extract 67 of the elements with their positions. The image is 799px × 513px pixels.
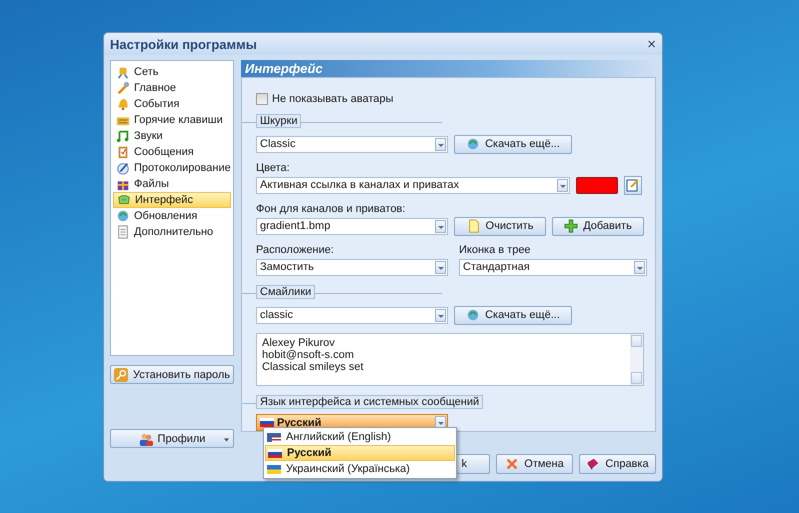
field-label: Иконка в трее: [459, 244, 532, 256]
edit-color-button[interactable]: [624, 176, 642, 195]
field-label: Расположение:: [256, 244, 335, 256]
color-swatch[interactable]: [576, 176, 618, 194]
refresh-icon: [466, 137, 480, 152]
clipboard-icon: [116, 145, 130, 159]
sidebar-item[interactable]: Главное: [113, 80, 231, 96]
info-line: Classical smileys set: [262, 360, 364, 372]
sidebar-item[interactable]: Файлы: [113, 176, 231, 192]
background-dropdown[interactable]: gradient1.bmp: [256, 218, 448, 235]
book-icon: [586, 457, 600, 471]
caret-icon: [224, 438, 229, 442]
cancel-button[interactable]: Отмена: [496, 454, 573, 474]
flag-icon: [260, 418, 274, 428]
checkbox-label: Не показывать аватары: [272, 93, 394, 105]
sidebar-item[interactable]: Горячие клавиши: [113, 112, 231, 128]
flag-icon: [267, 432, 281, 442]
download-button[interactable]: Скачать ещё...: [454, 306, 572, 324]
window-title: Настройки программы: [110, 36, 257, 52]
checkbox[interactable]: [256, 93, 268, 105]
color-target-dropdown[interactable]: Активная ссылка в каналах и приватах: [256, 176, 570, 194]
sidebar-item[interactable]: Интерфейс: [113, 192, 231, 208]
smiley-set-dropdown[interactable]: classic: [256, 306, 448, 324]
shirt-icon: [117, 193, 131, 207]
skin-dropdown[interactable]: Classic: [256, 136, 448, 153]
note-icon: [116, 129, 130, 143]
language-option[interactable]: Украинский (Українська): [265, 461, 455, 477]
wrench-icon: [116, 81, 130, 95]
refresh-icon: [116, 209, 130, 223]
document-icon: [466, 219, 481, 234]
flag-icon: [268, 448, 282, 458]
flag-icon: [267, 464, 281, 474]
people-icon: [138, 432, 153, 446]
language-option[interactable]: Английский (English): [265, 429, 455, 445]
group-legend: Шкурки: [256, 114, 302, 128]
placement-dropdown[interactable]: Замостить: [256, 258, 448, 276]
cross-icon: [505, 457, 520, 471]
group-legend: Язык интерфейса и системных сообщений: [256, 394, 484, 409]
info-line: hobit@nsoft-s.com: [262, 348, 355, 360]
field-label: Фон для каналов и приватов:: [256, 202, 406, 215]
refresh-icon: [466, 308, 480, 322]
edit-icon: [626, 178, 640, 192]
help-button[interactable]: Справка: [579, 454, 656, 474]
sidebar-item[interactable]: Сеть: [113, 64, 231, 80]
set-password-button[interactable]: Установить пароль: [110, 365, 234, 384]
plus-icon: [564, 219, 578, 234]
tray-icon-dropdown[interactable]: Стандартная: [459, 258, 647, 276]
bell-icon: [116, 97, 130, 111]
clear-button[interactable]: Очистить: [454, 216, 546, 236]
sidebar-item[interactable]: Протоколирование: [113, 160, 231, 176]
document-icon: [116, 225, 130, 239]
language-option[interactable]: Русский: [265, 445, 455, 461]
pen-icon: [116, 161, 130, 175]
field-label: Цвета:: [256, 162, 291, 174]
sidebar-item[interactable]: Дополнительно: [113, 224, 231, 240]
download-button[interactable]: Скачать ещё...: [454, 134, 572, 154]
sidebar-item[interactable]: Звуки: [113, 128, 231, 144]
add-button[interactable]: Добавить: [552, 216, 644, 236]
group-legend: Смайлики: [256, 284, 316, 299]
sidebar-item[interactable]: Сообщения: [113, 144, 231, 160]
scrollbar[interactable]: [630, 334, 643, 385]
close-button[interactable]: ×: [647, 36, 656, 52]
sidebar-item[interactable]: События: [113, 96, 231, 112]
key-icon: [114, 368, 128, 382]
profiles-button[interactable]: Профили: [110, 429, 234, 448]
info-line: Alexey Pikurov: [262, 336, 336, 348]
sidebar-item[interactable]: Обновления: [113, 208, 231, 224]
